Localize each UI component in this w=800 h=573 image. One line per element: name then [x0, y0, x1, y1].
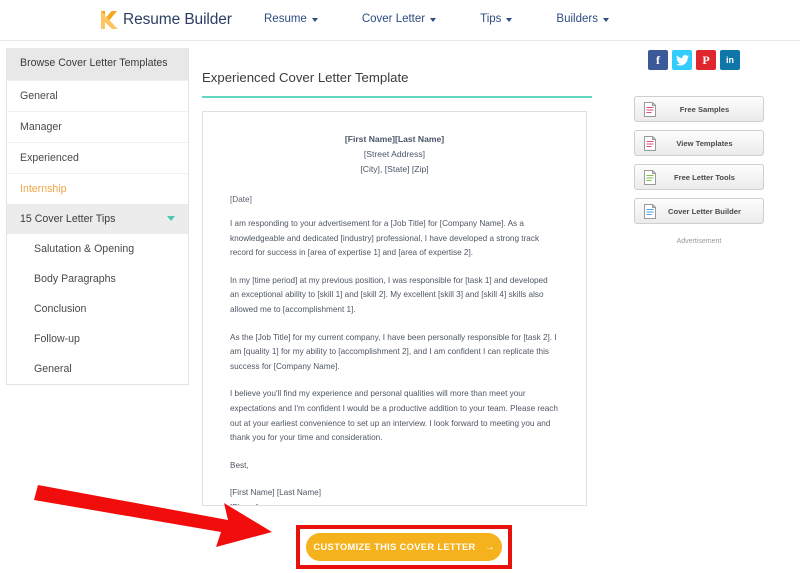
nav-item-resume[interactable]: Resume — [264, 13, 318, 25]
rail-button-list: Free Samples View Templates Free Letter … — [634, 96, 764, 224]
twitter-bird-glyph — [675, 54, 689, 66]
sidebar-group-label: 15 Cover Letter Tips — [20, 212, 116, 225]
rail-button-free-letter-tools[interactable]: Free Letter Tools — [634, 164, 764, 190]
nav-item-tips[interactable]: Tips — [480, 13, 513, 25]
linkedin-icon[interactable]: in — [720, 50, 740, 70]
sidebar-item-experienced[interactable]: Experienced — [7, 141, 188, 173]
twitter-icon[interactable] — [672, 50, 692, 70]
chevron-down-icon — [602, 17, 609, 22]
title-underline — [202, 96, 592, 98]
rail-button-view-templates-label: View Templates — [676, 138, 733, 148]
nav-item-resume-label: Resume — [264, 13, 307, 25]
letter-signature-block: [First Name] [Last Name] [Phone] [Email … — [230, 486, 559, 505]
letter-date: [Date] — [230, 195, 252, 204]
letter-city-state-zip: [City], [State] [Zip] — [360, 164, 429, 174]
page-title: Experienced Cover Letter Template — [202, 70, 409, 85]
sidebar-item-general[interactable]: General — [7, 79, 188, 111]
letter-street: [Street Address] — [363, 149, 426, 159]
main-content: Experienced Cover Letter Template [First… — [202, 70, 592, 506]
rail-button-view-templates[interactable]: View Templates — [634, 130, 764, 156]
document-icon — [644, 203, 656, 219]
signature-phone: [Phone] — [230, 501, 559, 505]
brand-name: Resume Builder — [123, 11, 232, 28]
rail-button-cover-letter-builder[interactable]: Cover Letter Builder — [634, 198, 764, 224]
rail-button-cover-letter-builder-label: Cover Letter Builder — [667, 206, 741, 216]
resume-builder-logo-icon — [101, 11, 118, 29]
letter-closing: Best, — [230, 460, 249, 470]
page-root: Resume Builder Resume Cover Letter Tips … — [0, 0, 800, 573]
arrow-right-icon: → — [484, 541, 495, 553]
document-icon — [644, 135, 656, 151]
letter-paragraph-1: I am responding to your advertisement fo… — [230, 219, 540, 258]
signature-name: [First Name] [Last Name] — [230, 488, 321, 498]
letter-paragraph-4: I believe you'll find my experience and … — [230, 389, 558, 443]
top-navigation-bar: Resume Builder Resume Cover Letter Tips … — [0, 0, 800, 41]
nav-item-cover-letter[interactable]: Cover Letter — [361, 13, 437, 25]
nav-item-builders-label: Builders — [556, 13, 598, 25]
letter-header: [First Name][Last Name] [Street Address]… — [230, 132, 559, 177]
nav-item-builders[interactable]: Builders — [556, 13, 609, 25]
letter-paragraph-3: As the [Job Title] for my current compan… — [230, 332, 557, 371]
sidebar-item-tips-general[interactable]: General — [7, 354, 188, 384]
cta-label: CUSTOMIZE THIS COVER LETTER — [313, 542, 476, 552]
sidebar-item-follow-up[interactable]: Follow-up — [7, 324, 188, 354]
document-icon — [644, 101, 656, 117]
rail-button-free-letter-tools-label: Free Letter Tools — [673, 172, 736, 182]
social-share-bar: f P in — [634, 50, 764, 70]
chevron-down-icon — [311, 17, 318, 22]
brand-logo[interactable]: Resume Builder — [100, 10, 232, 30]
sidebar-item-body-paragraphs[interactable]: Body Paragraphs — [7, 264, 188, 294]
advertisement-label: Advertisement — [676, 238, 722, 245]
chevron-down-icon — [506, 17, 513, 22]
cover-letter-document: [First Name][Last Name] [Street Address]… — [202, 111, 587, 506]
nav-item-cover-letter-label: Cover Letter — [361, 13, 426, 25]
sidebar-header-browse-templates[interactable]: Browse Cover Letter Templates — [7, 48, 188, 80]
sidebar: Browse Cover Letter Templates General Ma… — [6, 48, 189, 385]
facebook-icon[interactable]: f — [648, 50, 668, 70]
customize-cover-letter-button[interactable]: CUSTOMIZE THIS COVER LETTER → — [306, 533, 502, 561]
letter-name: [First Name][Last Name] — [344, 134, 445, 144]
rail-button-free-samples-label: Free Samples — [679, 104, 730, 114]
right-rail: f P in Free Samples View Templates Free … — [634, 50, 764, 245]
document-icon — [644, 169, 656, 185]
sidebar-group-cover-letter-tips[interactable]: 15 Cover Letter Tips — [7, 203, 188, 234]
sidebar-item-internship[interactable]: Internship — [7, 172, 188, 204]
nav-item-tips-label: Tips — [480, 13, 502, 25]
rail-button-free-samples[interactable]: Free Samples — [634, 96, 764, 122]
sidebar-item-salutation-opening[interactable]: Salutation & Opening — [7, 234, 188, 264]
letter-paragraph-2: In my [time period] at my previous posit… — [230, 275, 548, 314]
chevron-down-icon — [430, 17, 437, 22]
chevron-down-icon — [167, 216, 175, 221]
pinterest-icon[interactable]: P — [696, 50, 716, 70]
sidebar-item-manager[interactable]: Manager — [7, 110, 188, 142]
nav-links: Resume Cover Letter Tips Builders — [264, 13, 609, 25]
sidebar-item-conclusion[interactable]: Conclusion — [7, 294, 188, 324]
